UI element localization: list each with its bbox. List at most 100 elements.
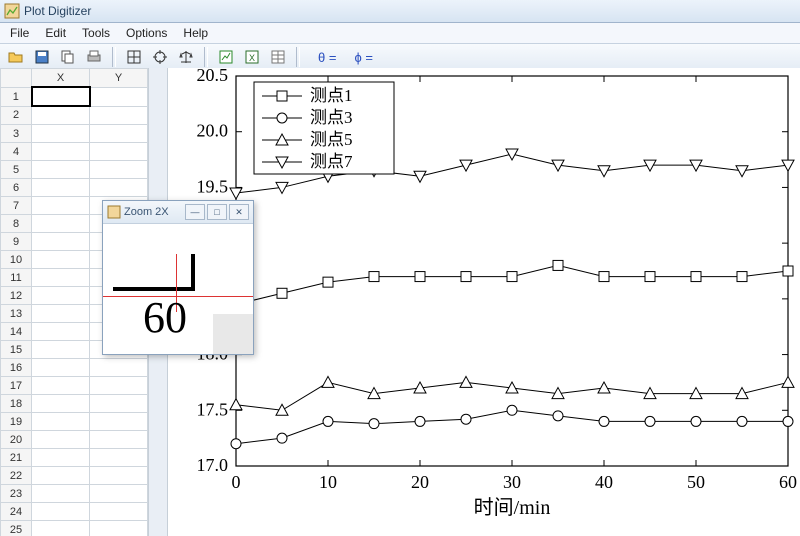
col-header[interactable]: X [32,69,90,88]
menu-options[interactable]: Options [118,24,175,42]
zoom-window-titlebar[interactable]: Zoom 2X — □ ✕ [103,201,253,224]
row-header[interactable]: 12 [1,287,32,305]
cell[interactable] [32,269,90,287]
export-table-button[interactable] [266,45,290,69]
folder-open-icon [8,49,24,65]
copy-button[interactable] [56,45,80,69]
row-header[interactable]: 22 [1,467,32,485]
svg-text:20.0: 20.0 [197,121,229,141]
cell[interactable] [90,503,148,521]
cell[interactable] [90,87,148,106]
row-header[interactable]: 5 [1,161,32,179]
cell[interactable] [32,323,90,341]
row-header[interactable]: 23 [1,485,32,503]
cell[interactable] [32,179,90,197]
cell[interactable] [32,431,90,449]
cell[interactable] [32,287,90,305]
cell[interactable] [90,485,148,503]
menu-tools[interactable]: Tools [74,24,118,42]
zoom-maximize-button[interactable]: □ [207,204,227,220]
print-button[interactable] [82,45,106,69]
cell[interactable] [32,359,90,377]
row-header[interactable]: 25 [1,521,32,536]
row-header[interactable]: 20 [1,431,32,449]
row-header[interactable]: 8 [1,215,32,233]
open-button[interactable] [4,45,28,69]
zoom-close-button[interactable]: ✕ [229,204,249,220]
cell[interactable] [32,413,90,431]
cell[interactable] [32,503,90,521]
row-header[interactable]: 19 [1,413,32,431]
row-header[interactable]: 2 [1,106,32,125]
cell[interactable] [90,413,148,431]
cell[interactable] [32,521,90,536]
cell[interactable] [32,341,90,359]
row-header[interactable]: 17 [1,377,32,395]
excel-icon: X [244,49,260,65]
cell[interactable] [90,143,148,161]
menu-file[interactable]: File [2,24,37,42]
menu-help[interactable]: Help [175,24,216,42]
cell[interactable] [32,485,90,503]
cell[interactable] [32,106,90,125]
phi-label: ϕ = [354,50,372,65]
cell[interactable] [32,233,90,251]
cell[interactable] [32,125,90,143]
cell[interactable] [90,359,148,377]
export-green-button[interactable] [214,45,238,69]
balance-button[interactable] [174,45,198,69]
row-header[interactable]: 24 [1,503,32,521]
zoom-minimize-button[interactable]: — [185,204,205,220]
table-icon [270,49,286,65]
cell[interactable] [90,449,148,467]
cell[interactable] [90,179,148,197]
row-header[interactable]: 7 [1,197,32,215]
row-header[interactable]: 11 [1,269,32,287]
row-header[interactable]: 1 [1,87,32,106]
menu-edit[interactable]: Edit [37,24,74,42]
chart-area[interactable]: 17.017.518.018.519.019.520.020.501020304… [168,68,800,536]
col-header[interactable]: Y [90,69,148,88]
svg-text:0: 0 [232,472,241,492]
cell[interactable] [90,395,148,413]
row-header[interactable]: 6 [1,179,32,197]
zoom-cursor-button[interactable] [148,45,172,69]
cell[interactable] [32,197,90,215]
cell[interactable] [32,215,90,233]
row-header[interactable]: 9 [1,233,32,251]
row-header[interactable]: 18 [1,395,32,413]
cell[interactable] [32,305,90,323]
svg-text:17.0: 17.0 [197,455,229,475]
row-header[interactable]: 14 [1,323,32,341]
cell[interactable] [32,377,90,395]
cell[interactable] [90,106,148,125]
cell[interactable] [90,161,148,179]
cell[interactable] [90,377,148,395]
cell[interactable] [32,251,90,269]
cell[interactable] [32,467,90,485]
cell[interactable] [32,87,90,106]
cell[interactable] [90,467,148,485]
export-excel-button[interactable]: X [240,45,264,69]
cell[interactable] [90,125,148,143]
zoom-box-button[interactable] [122,45,146,69]
zoom-window[interactable]: Zoom 2X — □ ✕ 60 [102,200,254,355]
row-header[interactable]: 3 [1,125,32,143]
row-header[interactable]: 15 [1,341,32,359]
toolbar: X θ = ϕ = [0,44,800,71]
cell[interactable] [32,161,90,179]
row-header[interactable]: 13 [1,305,32,323]
cell[interactable] [32,143,90,161]
row-header[interactable]: 10 [1,251,32,269]
save-button[interactable] [30,45,54,69]
cell[interactable] [32,449,90,467]
row-header[interactable]: 16 [1,359,32,377]
cell[interactable] [90,431,148,449]
cell[interactable] [90,521,148,536]
row-header[interactable]: 21 [1,449,32,467]
app-title: Plot Digitizer [24,4,91,18]
row-header[interactable]: 4 [1,143,32,161]
svg-text:19.5: 19.5 [197,176,229,196]
cell[interactable] [32,395,90,413]
svg-text:测点5: 测点5 [310,130,353,149]
